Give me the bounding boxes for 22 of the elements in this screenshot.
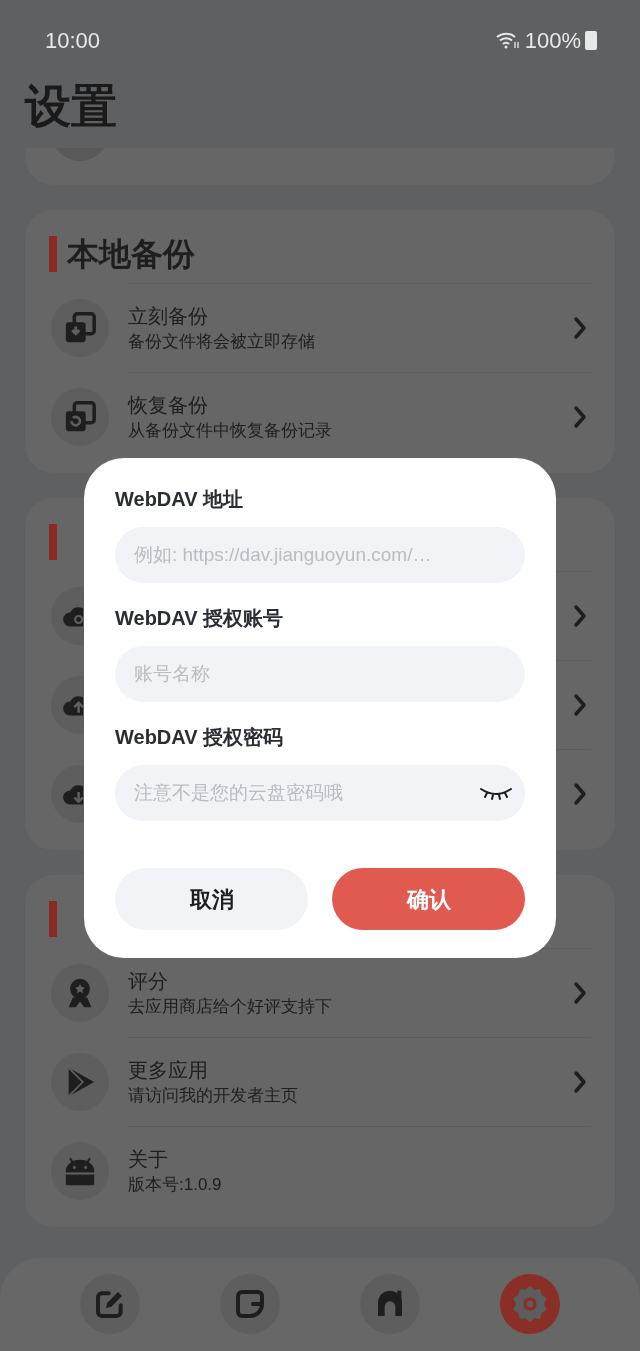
item-title: 更多应用 [128,1057,209,1083]
status-time: 10:00 [45,26,101,55]
item-title: 恢复备份 [128,392,209,418]
field-label: WebDAV 授权账号 [115,606,285,631]
item-title: 立刻备份 [128,303,209,329]
input-field[interactable]: 例如: https://dav.jianguoyun.com/… [115,527,525,583]
page-title: 设置 [25,79,117,134]
confirm-button[interactable]: 确认 [332,868,525,930]
cancel-button[interactable]: 取消 [115,868,308,930]
input-field[interactable]: 账号名称 [115,646,525,702]
item-title: 评分 [128,968,169,994]
password-field[interactable]: 注意不是您的云盘密码哦 [115,765,525,821]
item-subtitle: 备份文件将会被立即存储 [128,330,316,353]
item-subtitle: 版本号:1.0.9 [128,1173,223,1196]
field-label: WebDAV 授权密码 [115,725,285,750]
field-label: WebDAV 地址 [115,487,245,512]
item-subtitle: 去应用商店给个好评支持下 [128,995,333,1018]
section-title: 本地备份 [67,235,195,274]
item-subtitle: 请访问我的开发者主页 [128,1084,299,1107]
item-subtitle: 从备份文件中恢复备份记录 [128,419,333,442]
item-title: 关于 [128,1146,169,1172]
battery-level: 100% [524,26,581,55]
